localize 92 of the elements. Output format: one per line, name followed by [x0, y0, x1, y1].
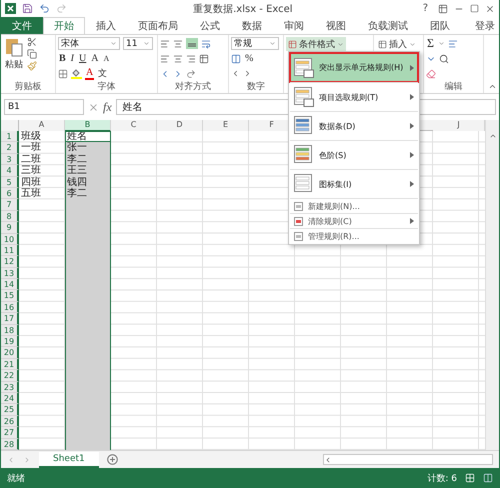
help-button[interactable]: ? — [418, 3, 432, 14]
row-header[interactable]: 19 — [1, 336, 19, 348]
italic-button[interactable]: I — [70, 52, 76, 65]
menu-item[interactable]: 项目选取规则(T) — [290, 82, 418, 111]
table-cell: 姓名 — [65, 131, 111, 142]
row-header[interactable]: 10 — [1, 234, 19, 245]
row-header[interactable]: 22 — [1, 370, 19, 382]
group-label: 剪贴板 — [14, 82, 42, 93]
column-header[interactable]: C — [111, 120, 157, 132]
ribbon-tab[interactable]: 公式 — [189, 17, 231, 34]
group-label: 对齐方式 — [174, 82, 212, 93]
table-cell-text: 班级 — [20, 131, 42, 142]
grow-font-button[interactable]: A — [90, 52, 100, 65]
row-header[interactable]: 24 — [1, 392, 19, 404]
table-cell-text: 王三 — [66, 165, 88, 177]
row-header[interactable]: 11 — [1, 244, 19, 256]
row-header[interactable]: 20 — [1, 347, 19, 359]
conditional-format-button[interactable]: 条件格式 — [286, 37, 346, 51]
menu-item[interactable]: 突出显示单元格规则(H) — [290, 53, 418, 82]
menu-item[interactable]: 清除规则(C) — [290, 213, 418, 228]
window-title: 重复数据.xlsx - Excel — [192, 2, 294, 16]
row-header[interactable]: 23 — [1, 382, 19, 393]
group-label: 数字 — [246, 82, 266, 93]
sheet-tab[interactable]: Sheet1 — [39, 452, 99, 468]
ribbon-tab[interactable]: 视图 — [315, 17, 357, 34]
ribbon-tab[interactable]: 开始 — [43, 17, 85, 34]
file-tab[interactable]: 文件 — [1, 17, 43, 34]
insert-function-button[interactable]: fx — [103, 100, 112, 114]
row-header[interactable]: 17 — [1, 313, 19, 325]
row-header[interactable]: 8 — [1, 210, 19, 222]
font-size-field[interactable]: 11 — [123, 37, 153, 50]
menu-item[interactable]: 数据条(D) — [290, 111, 418, 140]
menu-item[interactable]: 色阶(S) — [290, 140, 418, 169]
table-cell-text: 二班 — [20, 154, 42, 165]
phonetic-button[interactable]: 文 — [97, 67, 108, 80]
font-color-button[interactable]: A — [85, 67, 94, 80]
menu-item[interactable]: 管理规则(R)... — [290, 228, 418, 243]
ribbon-tab[interactable]: 插入 — [85, 17, 127, 34]
table-cell-text: 李二 — [66, 154, 88, 165]
row-header[interactable]: 13 — [1, 268, 19, 280]
row-header[interactable]: 28 — [1, 438, 19, 450]
status-text: 就绪 — [7, 472, 25, 484]
table-cell-text: 李二 — [66, 188, 88, 200]
row-header[interactable]: 26 — [1, 416, 19, 428]
sign-in-link[interactable]: 登录 — [471, 18, 499, 32]
shrink-font-button[interactable]: A — [102, 52, 110, 65]
font-name-field[interactable]: 宋体 — [58, 37, 120, 50]
column-header[interactable]: J — [433, 120, 485, 132]
ribbon-tab[interactable]: 审阅 — [273, 17, 315, 34]
column-header[interactable]: B — [65, 120, 111, 132]
row-header[interactable]: 21 — [1, 358, 19, 370]
row-header[interactable]: 14 — [1, 279, 19, 290]
number-format-field[interactable]: 常规 — [231, 37, 279, 50]
percent-button[interactable]: % — [244, 52, 254, 65]
row-header[interactable]: 3 — [1, 154, 19, 166]
row-header[interactable]: 9 — [1, 222, 19, 234]
column-header[interactable]: E — [203, 120, 249, 132]
row-header[interactable]: 16 — [1, 302, 19, 314]
ribbon-tab[interactable]: 团队 — [419, 17, 461, 34]
bold-button[interactable]: B — [58, 52, 67, 65]
row-header[interactable]: 12 — [1, 256, 19, 268]
row-header[interactable]: 4 — [1, 165, 19, 177]
table-cell-text: 一班 — [20, 142, 42, 154]
ribbon-tab[interactable]: 数据 — [231, 17, 273, 34]
row-header[interactable]: 25 — [1, 404, 19, 416]
row-header[interactable]: 15 — [1, 290, 19, 302]
name-box[interactable]: B1 — [4, 99, 84, 115]
group-label: 字体 — [96, 82, 116, 93]
table-cell-text: 四班 — [20, 176, 42, 188]
row-header[interactable]: 27 — [1, 427, 19, 439]
table-cell-text: 五班 — [20, 188, 42, 200]
row-header[interactable]: 5 — [1, 176, 19, 188]
row-header[interactable]: 1 — [1, 131, 19, 142]
count-text: 计数: 6 — [427, 472, 457, 484]
menu-item[interactable]: 图标集(I) — [290, 169, 418, 198]
ribbon-tab[interactable]: 页面布局 — [127, 17, 189, 34]
group-label: 编辑 — [444, 82, 464, 93]
paste-button[interactable]: 粘贴 — [3, 37, 25, 82]
row-header[interactable]: 6 — [1, 188, 19, 200]
menu-item[interactable]: 新建规则(N)... — [290, 198, 418, 213]
autosum-button[interactable]: Σ — [426, 37, 435, 50]
column-header[interactable]: A — [19, 120, 65, 132]
table-cell-text: 张一 — [66, 142, 88, 154]
ribbon-tab[interactable]: 负载测试 — [357, 17, 419, 34]
column-header[interactable]: D — [157, 120, 203, 132]
row-header[interactable]: 7 — [1, 199, 19, 211]
underline-button[interactable]: U — [78, 52, 88, 65]
table-cell-text: 三班 — [20, 165, 42, 176]
table-cell-text: 钱四 — [66, 176, 88, 188]
insert-button[interactable]: 插入 — [376, 37, 418, 51]
row-header[interactable]: 2 — [1, 142, 19, 154]
row-header[interactable]: 18 — [1, 324, 19, 336]
